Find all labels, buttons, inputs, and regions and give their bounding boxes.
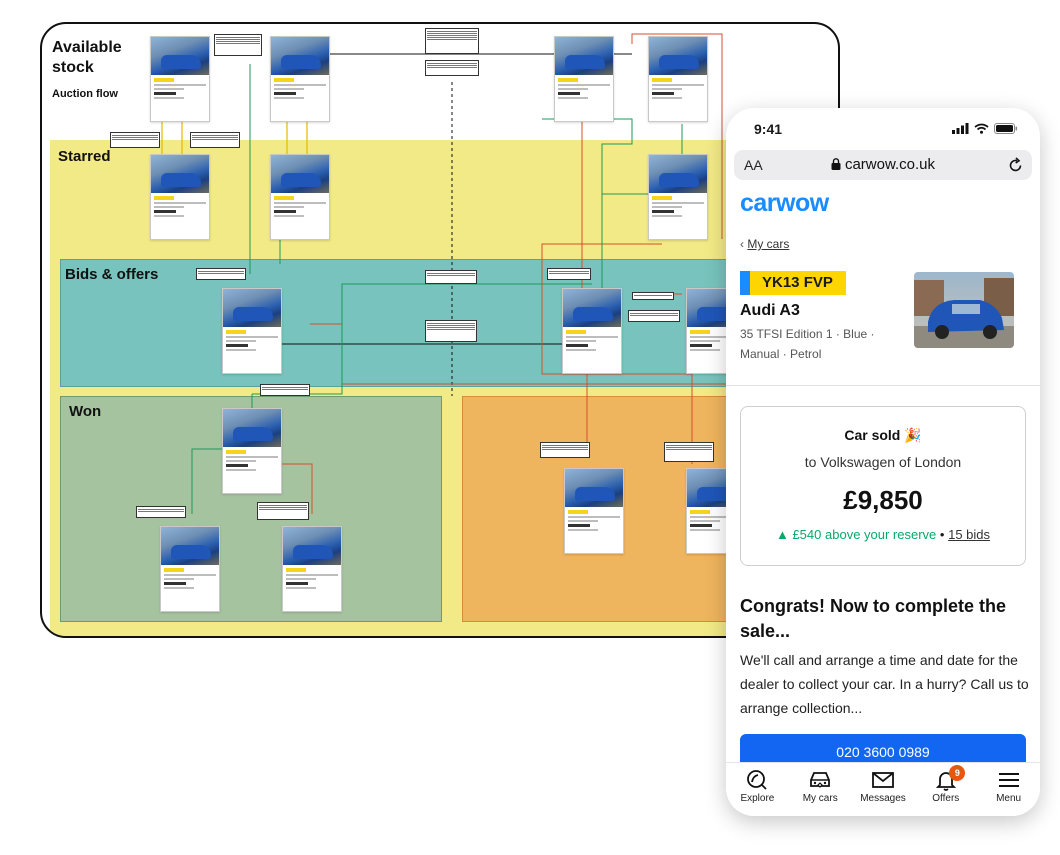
flow-note [425,28,479,54]
won-card [222,408,282,494]
status-bar: 9:41 [726,108,1040,148]
flow-note [196,268,246,280]
won-card [282,526,342,612]
sale-title: Car sold [844,427,901,443]
won-card [160,526,220,612]
wifi-icon [974,123,989,134]
plate-text: YK13 FVP [750,271,846,295]
bid-card [562,288,622,374]
starred-card [270,154,330,240]
tab-label: My cars [802,793,838,804]
bottom-tab-bar: Explore My cars Messages 9 Offers Menu [726,762,1040,816]
reg-plate: YK13 FVP [740,271,846,295]
tab-label: Explore [740,793,775,804]
flow-note [540,442,590,458]
tab-offers[interactable]: 9 Offers [914,763,977,816]
browser-url-bar[interactable]: AA carwow.co.uk [734,150,1032,180]
stock-card [648,36,708,122]
tab-messages[interactable]: Messages [852,763,915,816]
car-photo [914,272,1014,348]
sale-meta: ▲ £540 above your reserve • 15 bids [741,527,1025,542]
menu-icon [998,773,1019,787]
divider [726,385,1040,386]
tab-menu[interactable]: Menu [977,763,1040,816]
flow-note [260,384,310,396]
reload-icon[interactable] [1008,156,1024,174]
stock-card [270,36,330,122]
meta-separator: • [939,527,945,542]
brand-text: carwow [740,191,830,215]
tab-label: Menu [996,793,1022,804]
stock-card [150,36,210,122]
carwow-logo-mark: carwow [740,189,830,217]
flow-note [136,506,186,518]
auction-flow-board: Starred Bids & offers Won Available stoc… [40,22,840,638]
flow-note [110,132,160,148]
car-icon [810,772,831,788]
bids-link[interactable]: 15 bids [948,527,990,542]
compass-icon [747,770,768,790]
congrats-heading: Congrats! Now to complete the sale... [740,596,1007,641]
congrats-body: We'll call and arrange a time and date f… [740,652,1029,716]
party-popper-icon: 🎉 [904,427,922,443]
connector [252,283,592,395]
carwow-logo[interactable]: carwow [740,189,844,220]
flow-note [628,310,680,322]
bid-card [222,288,282,374]
sale-price: £9,850 [843,485,923,515]
above-reserve-text: above your reserve [825,527,937,542]
envelope-icon [872,772,894,788]
tab-explore[interactable]: Explore [726,763,789,816]
flow-note [547,268,591,280]
mobile-phone: 9:41 AA carwow.co.uk carwow ‹ My cars YK… [726,108,1040,816]
stock-card [554,36,614,122]
flow-note [632,292,674,300]
lock-icon [831,158,841,170]
car-image [914,272,1014,348]
sale-summary-card: Car sold 🎉 to Volkswagen of London £9,85… [740,406,1026,566]
flow-note [257,502,309,520]
flow-note [664,442,714,462]
offers-badge: 9 [949,765,966,781]
car-name: Audi A3 [740,302,800,319]
flow-note [425,320,477,342]
starred-card [150,154,210,240]
url-text: carwow.co.uk [844,156,936,173]
above-reserve-amount: ▲ £540 [775,527,822,542]
tab-my-cars[interactable]: My cars [789,763,852,816]
sale-buyer: to Volkswagen of London [804,454,962,470]
flow-note [190,132,240,148]
tab-label: Offers [932,793,960,804]
signal-icon [952,123,969,134]
flow-note [425,60,479,76]
back-link-my-cars[interactable]: My cars [747,237,789,251]
flow-note [425,270,477,284]
tab-label: Messages [860,793,906,804]
car-description: 35 TFSI Edition 1 · Blue · Manual · Petr… [740,327,875,361]
breadcrumb-back[interactable]: ‹ My cars [740,237,789,251]
status-time: 9:41 [754,121,783,137]
lost-card [564,468,624,554]
battery-icon [994,123,1018,134]
flow-note [214,34,262,56]
starred-card [648,154,708,240]
